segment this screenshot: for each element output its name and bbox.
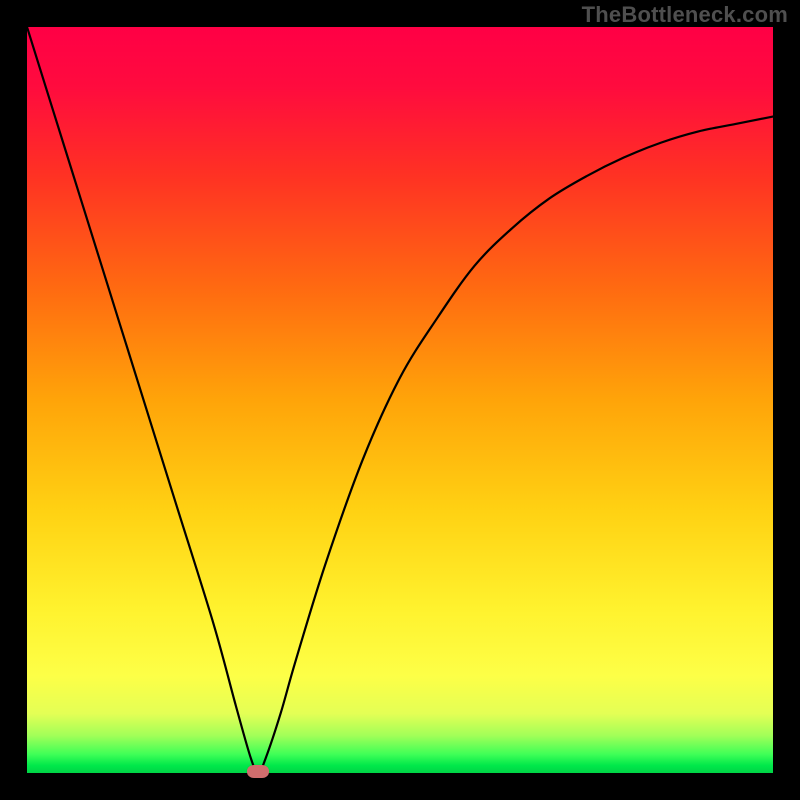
plot-area [27, 27, 773, 773]
bottleneck-curve [27, 27, 773, 773]
watermark-text: TheBottleneck.com [582, 2, 788, 28]
chart-frame: TheBottleneck.com [0, 0, 800, 800]
minimum-marker [247, 765, 269, 778]
